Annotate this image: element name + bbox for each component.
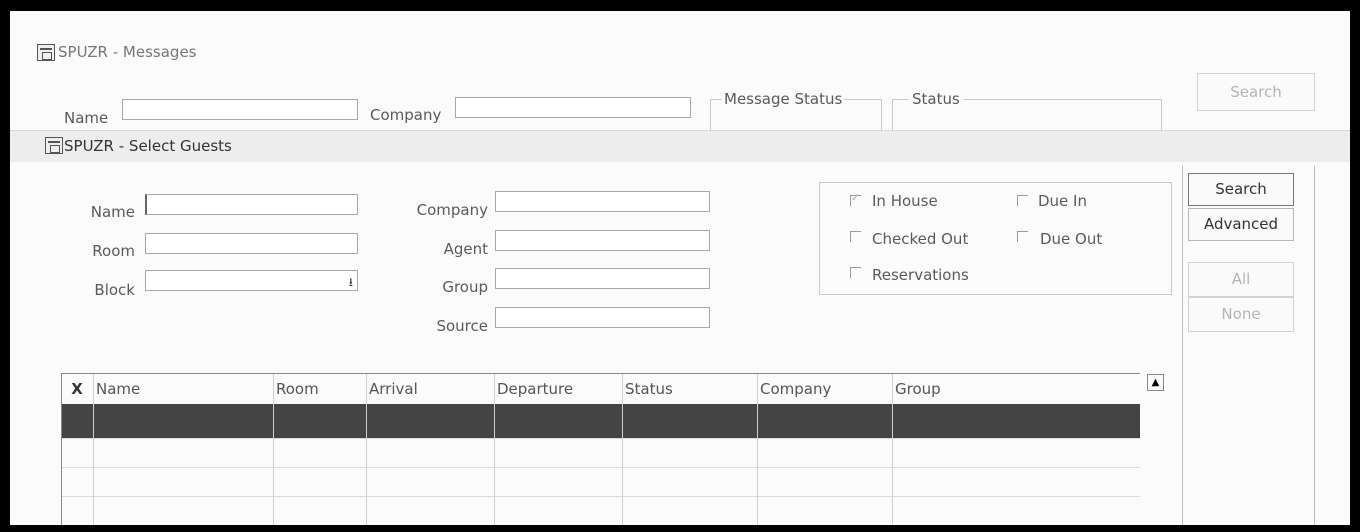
name-label: Name xyxy=(90,203,135,221)
company-label: Company xyxy=(416,201,488,219)
room-label: Room xyxy=(92,242,135,260)
grid-row-divider xyxy=(62,438,1140,439)
due-out-label[interactable]: Due Out xyxy=(1040,230,1102,248)
messages-name-label: Name xyxy=(64,109,109,127)
due-in-checkbox[interactable] xyxy=(1017,195,1028,206)
in-house-label[interactable]: In House xyxy=(872,192,938,210)
due-out-checkbox[interactable] xyxy=(1017,231,1028,242)
name-input[interactable] xyxy=(145,194,358,215)
due-in-label[interactable]: Due In xyxy=(1038,192,1087,210)
search-button[interactable]: Search xyxy=(1188,173,1294,206)
select-guests-title: SPUZR - Select Guests xyxy=(64,137,232,155)
grid-header-group[interactable]: Group xyxy=(893,374,1093,404)
button-panel-divider xyxy=(1182,166,1183,525)
checked-out-checkbox[interactable] xyxy=(850,231,861,242)
grid-row-divider xyxy=(62,496,1140,497)
checked-out-label[interactable]: Checked Out xyxy=(872,230,968,248)
grid-col-divider xyxy=(892,374,893,525)
group-input[interactable] xyxy=(495,268,710,289)
button-panel-right-edge xyxy=(1314,166,1315,525)
room-input[interactable] xyxy=(145,233,358,254)
grid-header-select[interactable]: X xyxy=(62,374,92,404)
company-input[interactable] xyxy=(495,191,710,212)
grid-header-company[interactable]: Company xyxy=(758,374,892,404)
grid-col-divider xyxy=(494,374,495,525)
message-status-label: Message Status xyxy=(722,90,845,108)
none-button[interactable]: None xyxy=(1188,297,1294,332)
messages-name-input[interactable] xyxy=(122,99,358,120)
grid-header-departure[interactable]: Departure xyxy=(495,374,621,404)
grid-row-divider xyxy=(62,467,1140,468)
dropdown-arrow-icon[interactable]: ⭳ xyxy=(349,273,353,294)
dialog-window-icon xyxy=(45,137,63,154)
all-button[interactable]: All xyxy=(1188,262,1294,297)
messages-search-button[interactable]: Search xyxy=(1197,73,1315,111)
reservations-label[interactable]: Reservations xyxy=(872,266,969,284)
grid-header-room[interactable]: Room xyxy=(274,374,366,404)
messages-company-input[interactable] xyxy=(455,97,691,118)
source-input[interactable] xyxy=(495,307,710,328)
agent-label: Agent xyxy=(443,240,488,258)
block-label: Block xyxy=(94,281,135,299)
grid-header-arrival[interactable]: Arrival xyxy=(367,374,493,404)
source-label: Source xyxy=(436,317,488,335)
grid-col-divider xyxy=(93,374,94,525)
group-label: Group xyxy=(442,278,488,296)
selected-row[interactable] xyxy=(62,404,1140,438)
grid-col-divider xyxy=(622,374,623,525)
agent-input[interactable] xyxy=(495,230,710,251)
messages-window-title: SPUZR - Messages xyxy=(58,43,197,61)
advanced-button[interactable]: Advanced xyxy=(1188,208,1294,241)
grid-col-divider xyxy=(366,374,367,525)
guests-grid[interactable]: X Name Room Arrival Departure Status Com… xyxy=(61,373,1140,525)
scroll-up-button[interactable]: ▲ xyxy=(1147,374,1164,391)
app-window-icon xyxy=(37,44,55,61)
reservations-checkbox[interactable] xyxy=(850,267,861,278)
messages-company-label: Company xyxy=(370,106,442,124)
block-select[interactable]: ⭳ xyxy=(145,270,358,291)
grid-col-divider xyxy=(757,374,758,525)
in-house-checkbox[interactable] xyxy=(850,191,861,206)
screen-frame: SPUZR - Messages Name Company Message St… xyxy=(10,11,1350,525)
grid-header-name[interactable]: Name xyxy=(94,374,272,404)
grid-col-divider xyxy=(273,374,274,525)
grid-header-status[interactable]: Status xyxy=(623,374,757,404)
status-group-label: Status xyxy=(908,90,964,108)
